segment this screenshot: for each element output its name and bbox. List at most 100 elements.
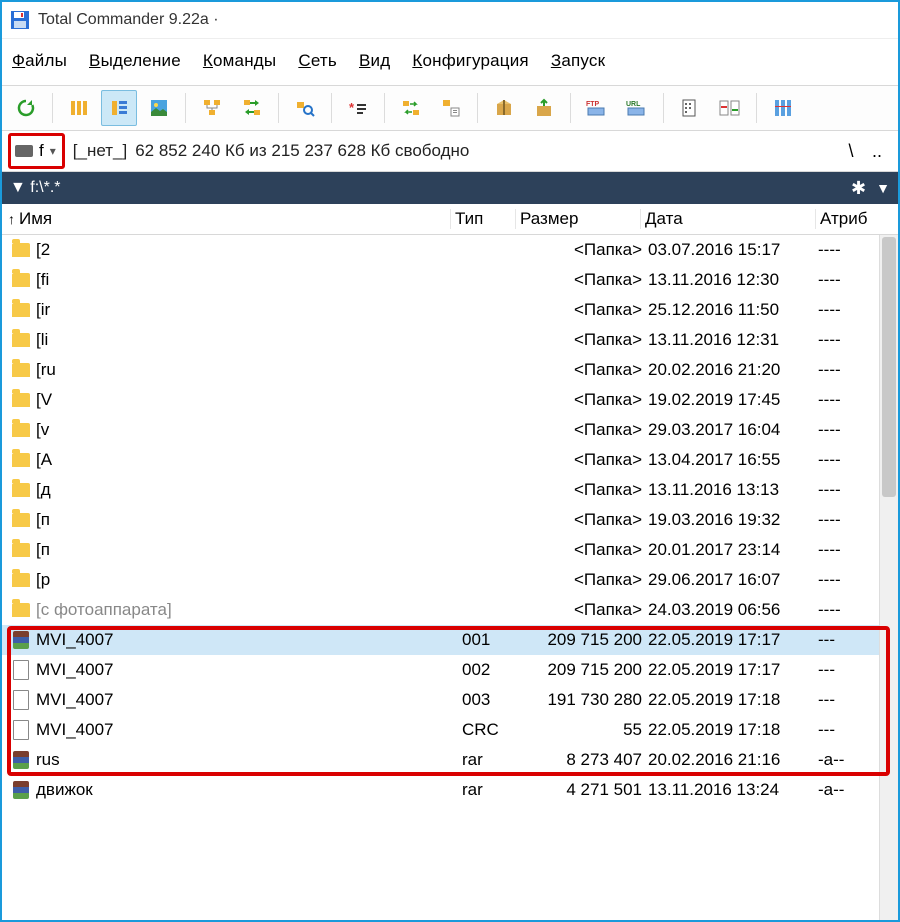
list-item[interactable]: [fi<Папка>13.11.2016 12:30---- bbox=[2, 265, 898, 295]
folder-icon bbox=[12, 513, 30, 527]
item-date: 29.03.2017 16:04 bbox=[648, 420, 818, 440]
item-size: 209 715 200 bbox=[522, 630, 648, 650]
item-name: [li bbox=[36, 330, 462, 350]
menu-start[interactable]: Запуск bbox=[551, 51, 605, 71]
list-item[interactable]: [V<Папка>19.02.2019 17:45---- bbox=[2, 385, 898, 415]
folder-icon bbox=[12, 483, 30, 497]
list-item[interactable]: [р<Папка>29.06.2017 16:07---- bbox=[2, 565, 898, 595]
hdd-icon bbox=[15, 145, 33, 157]
scrollbar[interactable] bbox=[879, 235, 898, 920]
split-view-button[interactable] bbox=[765, 90, 801, 126]
item-date: 13.11.2016 13:13 bbox=[648, 480, 818, 500]
folder-icon bbox=[12, 243, 30, 257]
compare-button[interactable] bbox=[712, 90, 748, 126]
file-icon bbox=[13, 720, 29, 740]
header-type[interactable]: Тип bbox=[450, 209, 515, 229]
item-date: 19.02.2019 17:45 bbox=[648, 390, 818, 410]
refresh-button[interactable] bbox=[8, 90, 44, 126]
archive-icon bbox=[13, 631, 29, 649]
item-date: 22.05.2019 17:18 bbox=[648, 690, 818, 710]
item-name: [fi bbox=[36, 270, 462, 290]
view-full-button[interactable] bbox=[101, 90, 137, 126]
item-type: rar bbox=[462, 750, 522, 770]
swap-panels-button[interactable] bbox=[234, 90, 270, 126]
root-button[interactable]: \ bbox=[842, 141, 860, 162]
toolbar: * FTP URL bbox=[2, 85, 898, 131]
parent-button[interactable]: .. bbox=[872, 141, 882, 162]
list-item[interactable]: MVI_4007002209 715 20022.05.2019 17:17--… bbox=[2, 655, 898, 685]
folder-icon bbox=[12, 303, 30, 317]
drive-label: [_нет_] bbox=[73, 141, 127, 161]
menu-net[interactable]: Сеть bbox=[298, 51, 337, 71]
list-item[interactable]: rusrar8 273 40720.02.2016 21:16-a-- bbox=[2, 745, 898, 775]
header-date[interactable]: Дата bbox=[640, 209, 815, 229]
drivebar: f ▾ [_нет_] 62 852 240 Кб из 215 237 628… bbox=[2, 131, 898, 172]
header-name[interactable]: ↑Имя bbox=[2, 209, 450, 229]
list-item[interactable]: движокrar4 271 50113.11.2016 13:24-a-- bbox=[2, 775, 898, 805]
menu-config[interactable]: Конфигурация bbox=[412, 51, 529, 71]
titlebar: Total Commander 9.22a · bbox=[2, 2, 898, 39]
list-item[interactable]: [2<Папка>03.07.2016 15:17---- bbox=[2, 235, 898, 265]
item-date: 20.01.2017 23:14 bbox=[648, 540, 818, 560]
item-date: 13.11.2016 13:24 bbox=[648, 780, 818, 800]
history-dropdown-icon[interactable]: ▼ bbox=[876, 180, 890, 196]
file-list[interactable]: [2<Папка>03.07.2016 15:17----[fi<Папка>1… bbox=[2, 235, 898, 920]
window-title: Total Commander 9.22a · bbox=[38, 11, 219, 29]
item-date: 22.05.2019 17:17 bbox=[648, 660, 818, 680]
archive-icon bbox=[13, 751, 29, 769]
ftp-button[interactable]: FTP bbox=[579, 90, 615, 126]
list-item[interactable]: [li<Папка>13.11.2016 12:31---- bbox=[2, 325, 898, 355]
item-name: [V bbox=[36, 390, 462, 410]
list-item[interactable]: [A<Папка>13.04.2017 16:55---- bbox=[2, 445, 898, 475]
list-item[interactable]: [п<Папка>19.03.2016 19:32---- bbox=[2, 505, 898, 535]
view-thumbs-button[interactable] bbox=[141, 90, 177, 126]
search-button[interactable] bbox=[287, 90, 323, 126]
column-headers: ↑Имя Тип Размер Дата Атриб bbox=[2, 204, 898, 235]
header-size[interactable]: Размер bbox=[515, 209, 640, 229]
item-size: <Папка> bbox=[522, 540, 648, 560]
unpack-button[interactable] bbox=[526, 90, 562, 126]
menu-files[interactable]: Файлы bbox=[12, 51, 67, 71]
item-name: [A bbox=[36, 450, 462, 470]
item-date: 24.03.2019 06:56 bbox=[648, 600, 818, 620]
item-size: <Папка> bbox=[522, 480, 648, 500]
item-name: MVI_4007 bbox=[36, 630, 462, 650]
menu-view[interactable]: Вид bbox=[359, 51, 390, 71]
header-attr[interactable]: Атриб bbox=[815, 209, 898, 229]
notepad-button[interactable] bbox=[672, 90, 708, 126]
list-item[interactable]: [ir<Папка>25.12.2016 11:50---- bbox=[2, 295, 898, 325]
list-item[interactable]: MVI_4007001209 715 20022.05.2019 17:17--… bbox=[2, 625, 898, 655]
url-button[interactable]: URL bbox=[619, 90, 655, 126]
sort-asc-icon: ↑ bbox=[8, 211, 15, 227]
pathbar[interactable]: ▼ f:\*.* ✱ ▼ bbox=[2, 172, 898, 204]
copy-names-button[interactable] bbox=[433, 90, 469, 126]
menu-select[interactable]: Выделение bbox=[89, 51, 181, 71]
list-item[interactable]: MVI_4007003191 730 28022.05.2019 17:18--… bbox=[2, 685, 898, 715]
list-item[interactable]: [с фотоаппарата]<Папка>24.03.2019 06:56-… bbox=[2, 595, 898, 625]
item-size: <Папка> bbox=[522, 420, 648, 440]
favorites-icon[interactable]: ✱ bbox=[851, 178, 866, 199]
item-name: [v bbox=[36, 420, 462, 440]
item-size: <Папка> bbox=[522, 510, 648, 530]
item-name: rus bbox=[36, 750, 462, 770]
item-name: [с фотоаппарата] bbox=[36, 600, 462, 620]
menu-commands[interactable]: Команды bbox=[203, 51, 276, 71]
svg-text:FTP: FTP bbox=[586, 101, 600, 108]
view-brief-button[interactable] bbox=[61, 90, 97, 126]
sync-button[interactable] bbox=[393, 90, 429, 126]
drive-selector[interactable]: f ▾ bbox=[8, 133, 65, 169]
pack-button[interactable] bbox=[486, 90, 522, 126]
list-item[interactable]: [п<Папка>20.01.2017 23:14---- bbox=[2, 535, 898, 565]
list-item[interactable]: MVI_4007CRC5522.05.2019 17:18--- bbox=[2, 715, 898, 745]
item-name: MVI_4007 bbox=[36, 690, 462, 710]
rename-button[interactable]: * bbox=[340, 90, 376, 126]
list-item[interactable]: [д<Папка>13.11.2016 13:13---- bbox=[2, 475, 898, 505]
item-size: <Папка> bbox=[522, 240, 648, 260]
item-name: [ir bbox=[36, 300, 462, 320]
list-item[interactable]: [ru<Папка>20.02.2016 21:20---- bbox=[2, 355, 898, 385]
list-item[interactable]: [v<Папка>29.03.2017 16:04---- bbox=[2, 415, 898, 445]
tree-button[interactable] bbox=[194, 90, 230, 126]
scrollbar-thumb[interactable] bbox=[882, 237, 896, 497]
app-window: Total Commander 9.22a · Файлы Выделение … bbox=[0, 0, 900, 922]
item-size: 8 273 407 bbox=[522, 750, 648, 770]
